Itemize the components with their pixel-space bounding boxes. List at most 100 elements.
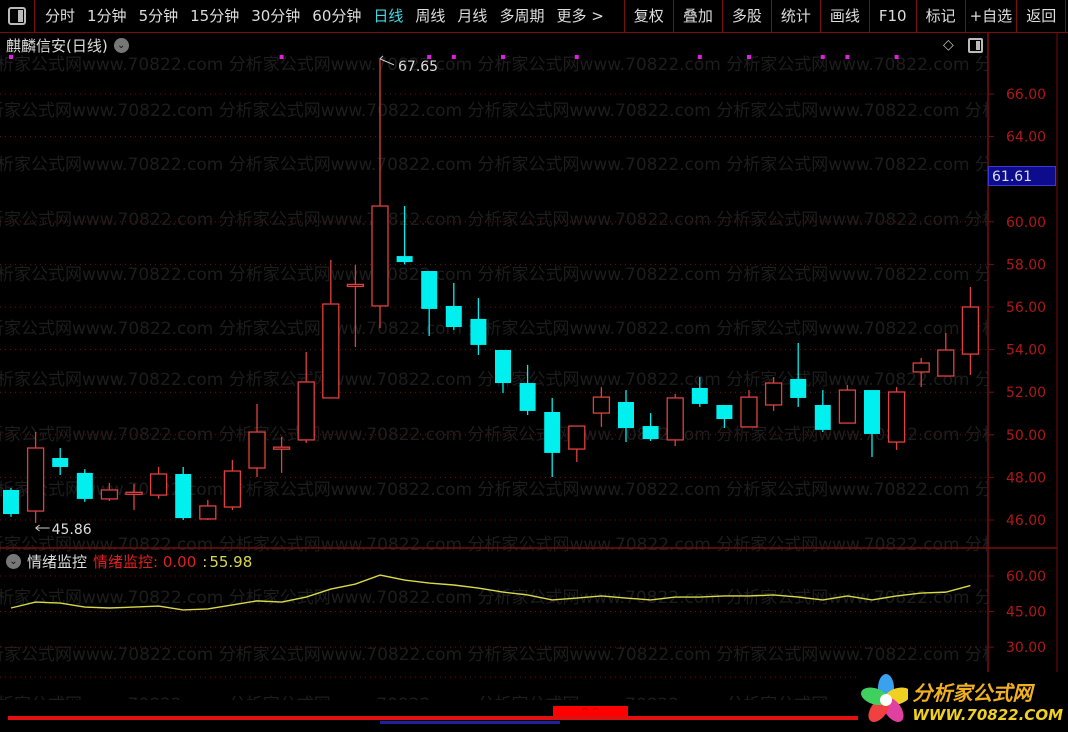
signal-mark (894, 55, 899, 59)
candle (297, 351, 315, 443)
candle-body (3, 489, 19, 515)
price-tick-label: 50.00 (1006, 428, 1046, 444)
candle-body (100, 489, 119, 500)
candle-body (864, 390, 880, 434)
candle-body (52, 458, 69, 467)
indicator-series-name: 情绪监控 (93, 553, 154, 571)
candle (716, 404, 733, 428)
candle (691, 377, 708, 407)
candle (544, 397, 561, 477)
candle-body (519, 383, 536, 411)
candle (396, 206, 413, 265)
candle (790, 342, 807, 407)
price-tick-label: 58.00 (1006, 257, 1046, 273)
candle-body (592, 396, 611, 414)
candle-body (618, 401, 634, 428)
candle-body (396, 256, 413, 263)
flower-logo-icon (861, 674, 909, 722)
signal-mark (747, 55, 751, 59)
chart-title: 麒麟信安(日线) (6, 37, 108, 55)
indicator-line (10, 574, 971, 611)
candle (346, 265, 365, 348)
candle-body (691, 387, 708, 404)
low-price-label: 45.86 (52, 522, 92, 538)
candle (3, 488, 19, 517)
candle (495, 350, 511, 394)
high-arrow-icon (379, 55, 395, 66)
candle (764, 377, 783, 411)
bottom-scrollbar[interactable] (8, 716, 860, 720)
signal-mark (697, 55, 702, 59)
candle-body (642, 426, 659, 440)
bottom-scroll-indicator (380, 721, 560, 724)
candle (470, 298, 487, 355)
candle (421, 271, 438, 336)
candle (26, 432, 45, 523)
candle (272, 436, 291, 473)
candle-body (175, 473, 192, 519)
candle-body (223, 470, 242, 508)
candle-body (495, 350, 511, 384)
candle (961, 286, 980, 375)
candle (838, 384, 857, 424)
candle-body (248, 431, 266, 469)
candle (100, 482, 119, 502)
candle (519, 364, 536, 415)
candle-body (790, 378, 807, 398)
candle-body (421, 271, 438, 309)
candle (740, 390, 758, 428)
price-tick-label: 64.00 (1006, 130, 1046, 146)
signal-mark (845, 55, 850, 59)
candle (814, 390, 831, 433)
chevron-down-icon[interactable]: ⌄ (113, 38, 129, 53)
chevron-down-icon[interactable]: ⌄ (6, 554, 21, 569)
candle-body (838, 389, 857, 424)
candle-body (937, 349, 955, 377)
candle (125, 484, 143, 510)
candle (322, 259, 340, 399)
indicator-tick-label: 60.00 (1006, 569, 1046, 585)
current-price-label: 61.61 (988, 166, 1056, 186)
candle-body (961, 306, 980, 355)
indicator-tick-label: 45.00 (1006, 605, 1046, 621)
candle (223, 459, 242, 510)
candle-body (445, 305, 462, 328)
kline-chart[interactable]: 46.00 48.00 50.00 52.00 54.00 56.00 58.00 60.00… (0, 0, 1068, 732)
candle (52, 448, 69, 476)
signal-mark (820, 55, 825, 59)
price-tick-label: 60.00 (1006, 215, 1046, 231)
signal-mark (501, 55, 505, 59)
candle (199, 499, 217, 520)
chart-title-bar: 麒麟信安(日线) ⌄ (6, 35, 129, 56)
price-tick-label: 52.00 (1006, 385, 1046, 401)
candle-body (764, 382, 783, 406)
candle-body (322, 303, 340, 399)
candle-body (716, 404, 733, 420)
candle-body (26, 447, 45, 512)
candle (568, 425, 586, 463)
candle (371, 58, 389, 329)
candle-body (371, 205, 389, 307)
candle-body (568, 425, 586, 450)
candle-body (272, 446, 291, 450)
indicator-title-bar: ⌄ 情绪监控 情绪监控: 0.00 :55.98 (6, 551, 252, 572)
diamond-icon[interactable]: ◇ (943, 37, 954, 53)
signal-mark (574, 55, 579, 59)
candle-body (199, 505, 217, 520)
candle-body (125, 491, 143, 495)
candle (937, 332, 955, 377)
candle-body (297, 381, 315, 441)
candle-body (887, 391, 906, 443)
candle-body (740, 396, 758, 428)
candle-body (470, 318, 487, 345)
indicator-value-a: 0.00 (162, 552, 197, 571)
price-tick-label: 66.00 (1006, 87, 1046, 103)
candle (887, 387, 906, 450)
candle (445, 282, 462, 331)
price-tick-label: 46.00 (1006, 513, 1046, 529)
candle (666, 393, 684, 447)
logo-url: WWW.70822.COM (912, 705, 1063, 724)
candle (618, 390, 634, 443)
logo-name: 分析家公式网 (912, 680, 1033, 705)
panel-toggle-icon[interactable] (968, 38, 983, 53)
